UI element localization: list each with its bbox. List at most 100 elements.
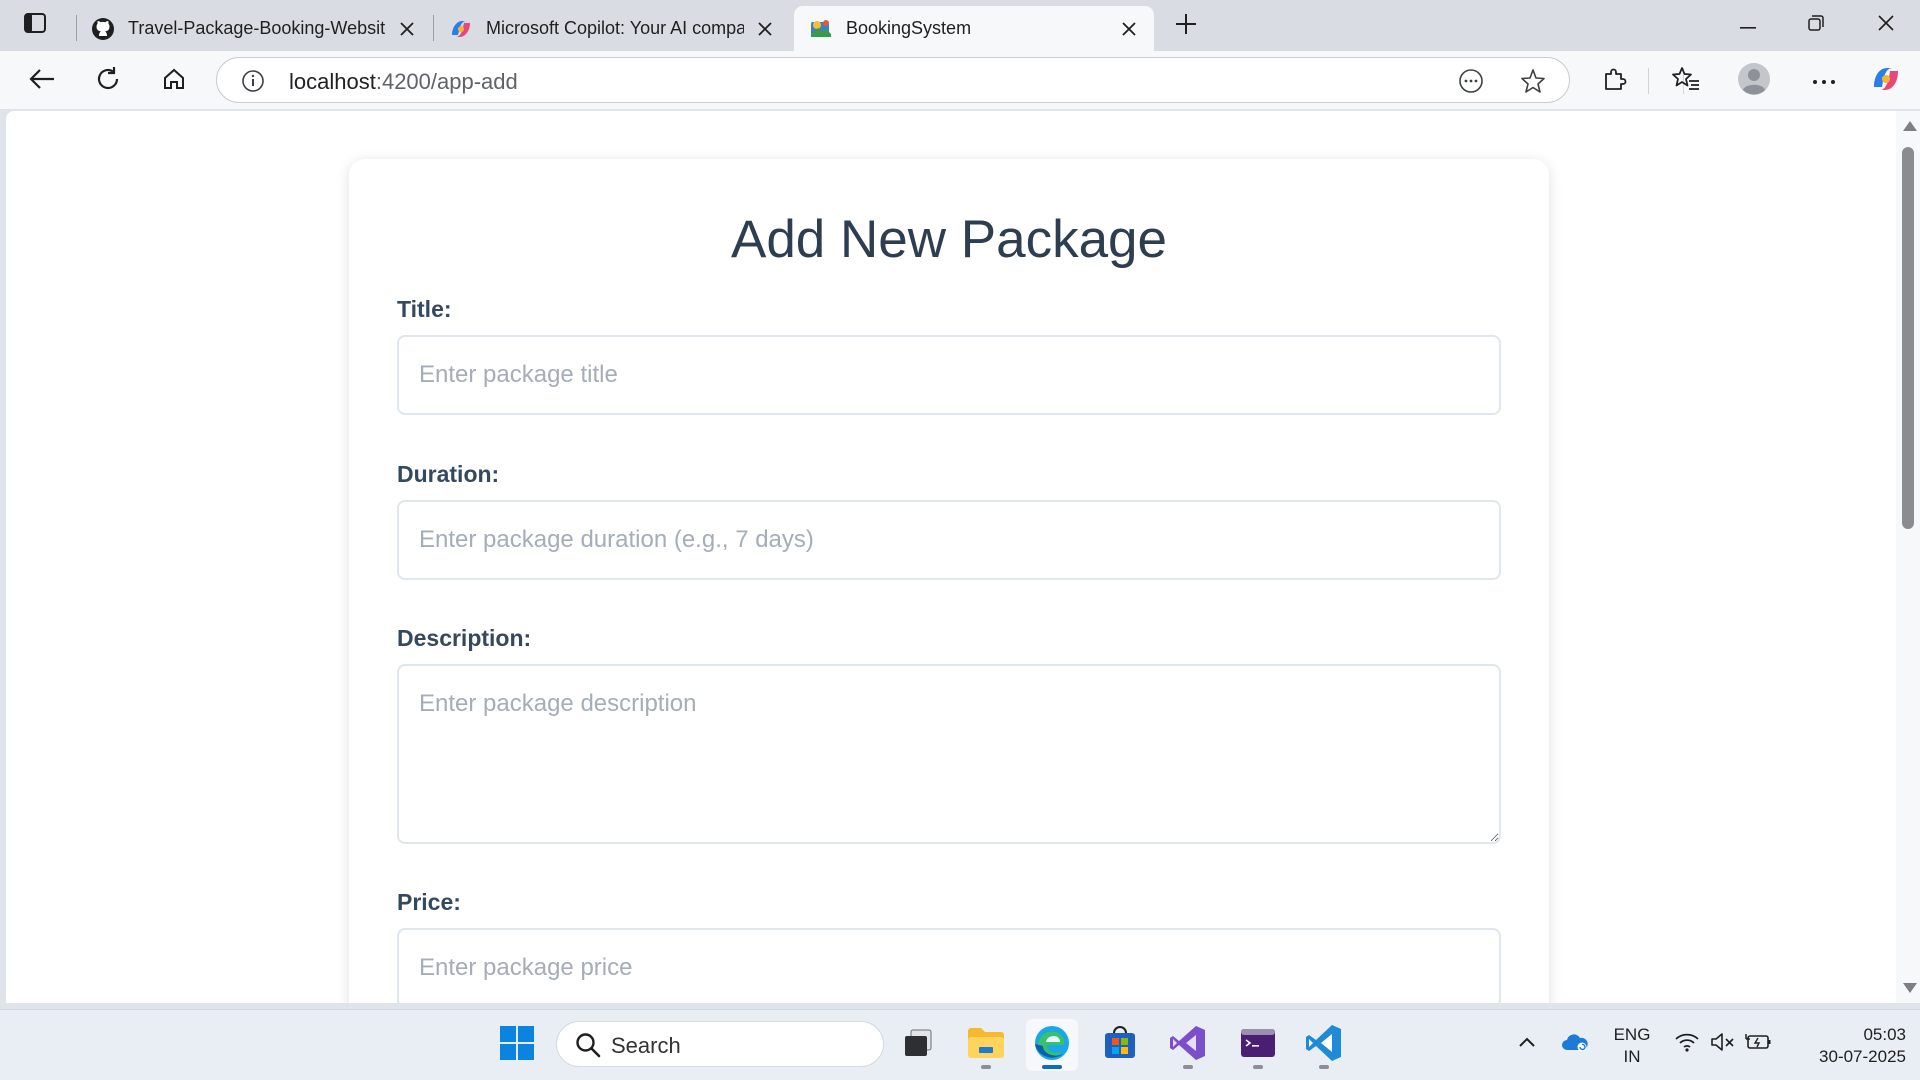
- reload-icon: [95, 66, 121, 97]
- search-label: Search: [611, 1033, 681, 1058]
- taskbar-clock[interactable]: 05:03 30-07-2025: [1786, 1024, 1906, 1068]
- tab-label: BookingSystem: [846, 18, 972, 38]
- copilot-icon: [1870, 63, 1902, 100]
- taskbar-app-file-explorer[interactable]: [960, 1019, 1012, 1071]
- windows-logo-icon: [500, 1025, 534, 1065]
- favorite-star-icon[interactable]: [1519, 67, 1547, 95]
- taskbar-app-task-view[interactable]: [892, 1019, 944, 1071]
- title-input[interactable]: [397, 335, 1501, 415]
- home-button[interactable]: [156, 63, 192, 99]
- minimize-icon: [1740, 16, 1756, 34]
- description-textarea[interactable]: [397, 664, 1501, 844]
- close-tab-icon[interactable]: [396, 18, 418, 40]
- task-view-icon: [903, 1028, 933, 1063]
- start-button[interactable]: [491, 1019, 543, 1071]
- taskbar-app-edge[interactable]: [1026, 1019, 1078, 1071]
- visual-studio-icon: [1169, 1024, 1207, 1067]
- profile-button[interactable]: [1736, 62, 1772, 101]
- wifi-tray-button[interactable]: [1672, 1028, 1702, 1060]
- close-tab-icon[interactable]: [754, 18, 776, 40]
- settings-more-button[interactable]: [1806, 63, 1842, 99]
- back-arrow-icon: [29, 68, 55, 95]
- copilot-icon: [448, 16, 474, 42]
- title-label: Title:: [397, 296, 452, 322]
- folder-icon: [967, 1027, 1005, 1064]
- home-icon: [162, 67, 186, 96]
- speaker-muted-icon: [1710, 1032, 1736, 1057]
- scrollbar-thumb[interactable]: [1902, 147, 1914, 529]
- new-tab-button[interactable]: [1170, 10, 1202, 42]
- input-language-indicator[interactable]: ENG IN: [1608, 1024, 1656, 1068]
- close-window-button[interactable]: [1866, 9, 1906, 41]
- page-scrollbar[interactable]: [1896, 111, 1920, 1003]
- running-indicator: [1319, 1065, 1329, 1069]
- favorites-list-icon: [1672, 66, 1700, 97]
- scroll-up-arrow-icon[interactable]: [1903, 121, 1917, 131]
- tab-actions-button[interactable]: [18, 12, 52, 38]
- toolbar-divider: [1648, 68, 1649, 94]
- more-dots-icon: [1812, 72, 1836, 90]
- taskbar-search-box[interactable]: Search: [556, 1021, 884, 1067]
- page-viewport: Add New Package Title: Duration: Descrip…: [6, 111, 1896, 1003]
- battery-charging-icon: [1745, 1033, 1773, 1056]
- vscode-icon: [1305, 1024, 1343, 1067]
- windows-taskbar: Search ENG IN 05:03 30-07-2025: [0, 1009, 1920, 1080]
- reading-mode-icon[interactable]: [1457, 67, 1485, 95]
- price-input[interactable]: [397, 928, 1501, 1003]
- copilot-button[interactable]: [1868, 63, 1904, 99]
- extensions-button[interactable]: [1596, 63, 1632, 99]
- angular-app-icon: [808, 16, 834, 42]
- restore-button[interactable]: [1796, 9, 1836, 41]
- tab-bookingsystem[interactable]: BookingSystem: [794, 6, 1154, 51]
- close-tab-icon[interactable]: [1118, 18, 1140, 40]
- browser-toolbar: localhost:4200/app-add: [0, 51, 1920, 109]
- tab-label: Microsoft Copilot: Your AI companion: [486, 18, 744, 38]
- scroll-down-arrow-icon[interactable]: [1903, 983, 1917, 993]
- favorites-button[interactable]: [1668, 63, 1704, 99]
- taskbar-app-microsoft-store[interactable]: [1094, 1019, 1146, 1071]
- running-indicator: [1183, 1065, 1193, 1069]
- show-hidden-icons-button[interactable]: [1512, 1028, 1542, 1060]
- tab-actions-icon: [24, 12, 46, 38]
- search-icon: [575, 1032, 601, 1063]
- description-label: Description:: [397, 625, 532, 651]
- avatar: [1737, 62, 1771, 101]
- language-code: ENG: [1613, 1025, 1651, 1044]
- reload-button[interactable]: [90, 63, 126, 99]
- wifi-icon: [1674, 1032, 1700, 1057]
- terminal-icon: [1240, 1028, 1276, 1063]
- back-button[interactable]: [24, 63, 60, 99]
- running-indicator: [1042, 1065, 1062, 1069]
- tab-github[interactable]: Travel-Package-Booking-Website: [76, 6, 432, 51]
- minimize-button[interactable]: [1728, 9, 1768, 41]
- duration-input[interactable]: [397, 500, 1501, 580]
- browser-tab-strip: Travel-Package-Booking-Website Microsoft…: [0, 0, 1920, 51]
- close-icon: [1878, 14, 1894, 36]
- store-icon: [1103, 1025, 1137, 1065]
- running-indicator: [1253, 1065, 1263, 1069]
- volume-tray-button[interactable]: [1708, 1028, 1738, 1060]
- taskbar-app-vscode[interactable]: [1298, 1019, 1350, 1071]
- page-title: Add New Package: [730, 210, 1168, 269]
- url-host: localhost: [289, 69, 376, 94]
- restore-icon: [1808, 14, 1824, 36]
- address-bar[interactable]: localhost:4200/app-add: [216, 57, 1684, 103]
- battery-tray-button[interactable]: [1744, 1028, 1774, 1060]
- github-icon: [90, 16, 116, 42]
- site-info-icon[interactable]: [241, 69, 265, 93]
- language-region: IN: [1623, 1047, 1641, 1066]
- url-text[interactable]: localhost:4200/app-add: [289, 69, 518, 95]
- clock-time: 05:03: [1863, 1025, 1906, 1044]
- clock-date: 30-07-2025: [1819, 1047, 1906, 1066]
- edge-browser-icon: [1033, 1024, 1071, 1067]
- duration-label: Duration:: [397, 461, 500, 487]
- tab-copilot[interactable]: Microsoft Copilot: Your AI companion: [434, 6, 790, 51]
- tab-label: Travel-Package-Booking-Website: [128, 18, 386, 38]
- chevron-up-icon: [1518, 1035, 1536, 1053]
- taskbar-app-terminal[interactable]: [1232, 1019, 1284, 1071]
- onedrive-tray-button[interactable]: [1560, 1028, 1590, 1060]
- taskbar-app-visual-studio[interactable]: [1162, 1019, 1214, 1071]
- plus-icon: [1175, 13, 1197, 40]
- puzzle-icon: [1601, 66, 1627, 97]
- url-path: :4200/app-add: [375, 69, 518, 94]
